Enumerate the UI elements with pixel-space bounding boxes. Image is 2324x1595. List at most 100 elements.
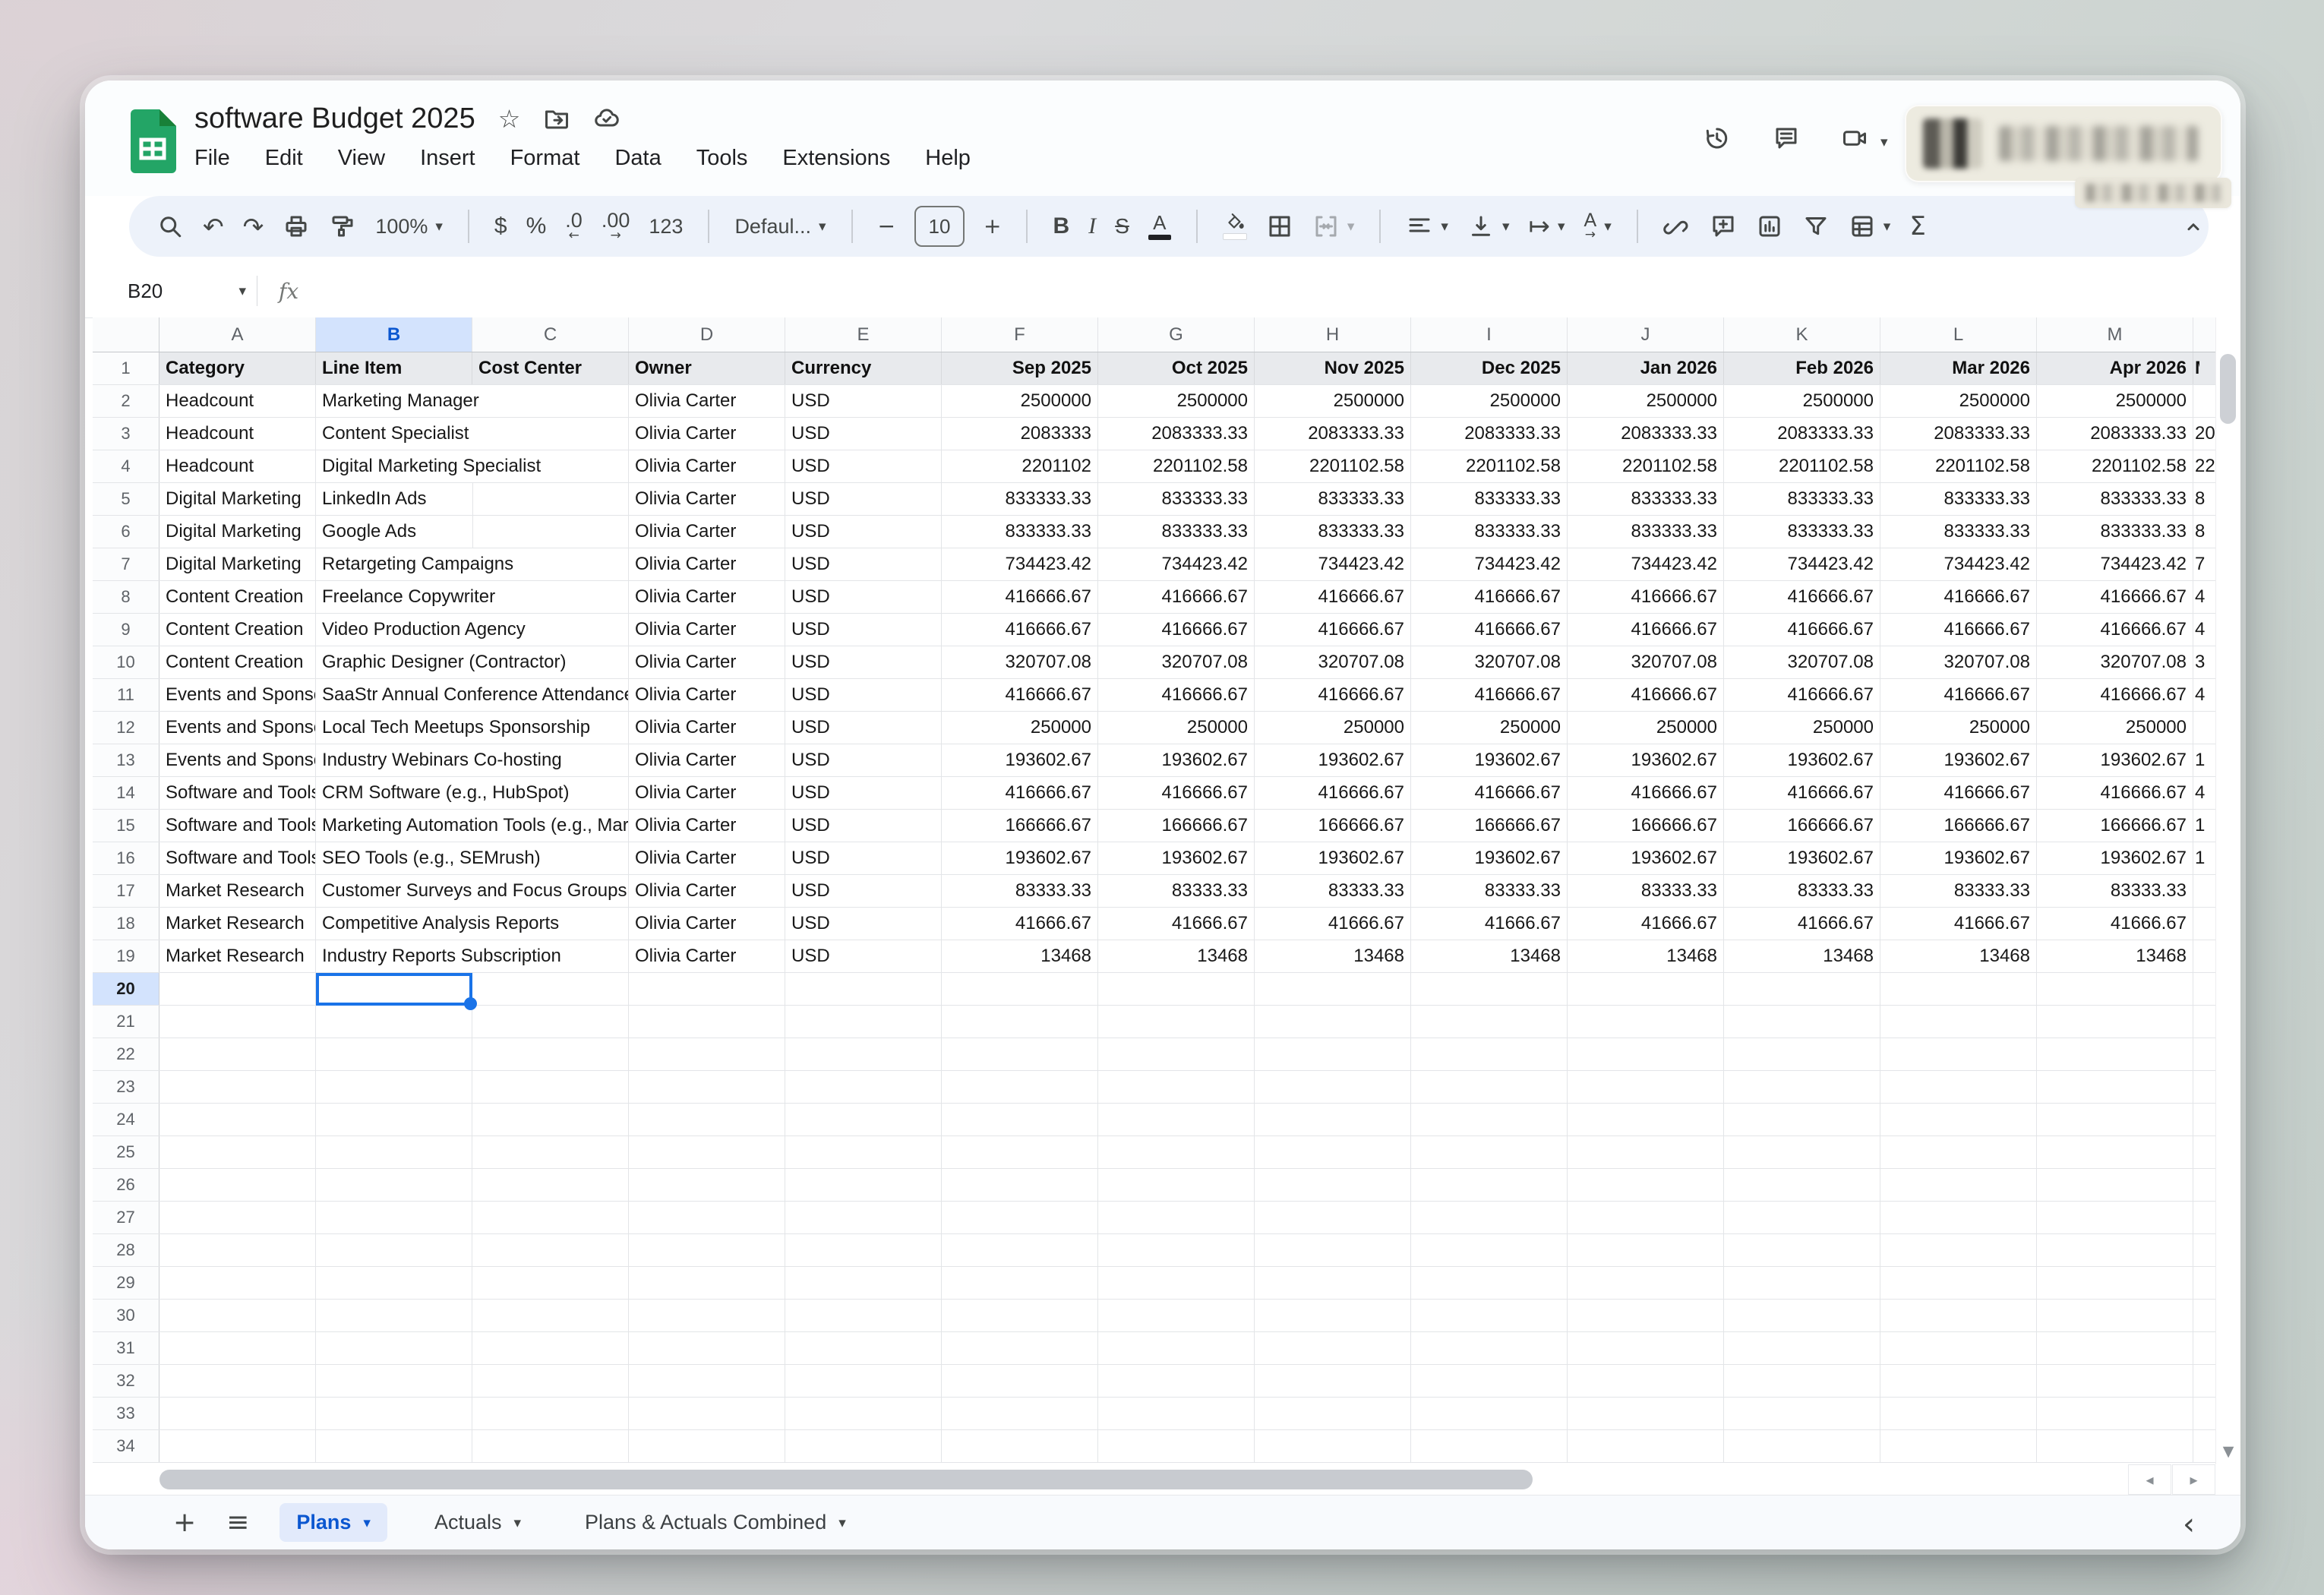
italic-button[interactable]: I: [1088, 213, 1096, 239]
row-header-22[interactable]: 22: [93, 1038, 159, 1070]
cell-I16[interactable]: 193602.67: [1411, 842, 1568, 874]
cell-C32[interactable]: [472, 1365, 629, 1397]
cell-D33[interactable]: [629, 1398, 785, 1429]
cell-J33[interactable]: [1568, 1398, 1724, 1429]
format-percent-button[interactable]: %: [526, 213, 547, 239]
cell-K12[interactable]: 250000: [1724, 712, 1880, 744]
cell-D17[interactable]: Olivia Carter: [629, 875, 785, 907]
cell-A13[interactable]: Events and Sponsorships: [159, 744, 316, 776]
cell-B3[interactable]: Content Specialist: [316, 418, 629, 450]
cell-L23[interactable]: [1880, 1071, 2037, 1103]
row-header-18[interactable]: 18: [93, 908, 159, 940]
cell-D21[interactable]: [629, 1006, 785, 1038]
cell-J24[interactable]: [1568, 1104, 1724, 1135]
row-header-6[interactable]: 6: [93, 516, 159, 548]
cell-G2[interactable]: 2500000: [1098, 385, 1255, 417]
cell-A15[interactable]: Software and Tools: [159, 810, 316, 842]
cell-H15[interactable]: 166666.67: [1255, 810, 1411, 842]
cell-J22[interactable]: [1568, 1038, 1724, 1070]
column-header-clipped[interactable]: [2193, 317, 2215, 352]
menu-file[interactable]: File: [194, 146, 230, 171]
cell-A8[interactable]: Content Creation: [159, 581, 316, 613]
cell-H2[interactable]: 2500000: [1255, 385, 1411, 417]
cell-K11[interactable]: 416666.67: [1724, 679, 1880, 711]
scroll-right-button[interactable]: ▸: [2172, 1464, 2215, 1495]
cell-I13[interactable]: 193602.67: [1411, 744, 1568, 776]
cell-K27[interactable]: [1724, 1202, 1880, 1233]
cell-K2[interactable]: 2500000: [1724, 385, 1880, 417]
cell-M32[interactable]: [2037, 1365, 2193, 1397]
insert-comment-icon[interactable]: [1710, 213, 1737, 240]
cell-D29[interactable]: [629, 1267, 785, 1299]
cell-M2[interactable]: 2500000: [2037, 385, 2193, 417]
menu-view[interactable]: View: [338, 146, 385, 171]
cell-G19[interactable]: 13468: [1098, 940, 1255, 972]
cell-D32[interactable]: [629, 1365, 785, 1397]
cell-A5[interactable]: Digital Marketing: [159, 483, 316, 515]
cell-D16[interactable]: Olivia Carter: [629, 842, 785, 874]
cell-E2[interactable]: USD: [785, 385, 942, 417]
undo-icon[interactable]: ↶: [203, 214, 224, 239]
cell-G34[interactable]: [1098, 1430, 1255, 1462]
cell-I29[interactable]: [1411, 1267, 1568, 1299]
cell-C30[interactable]: [472, 1300, 629, 1331]
horizontal-scrollbar[interactable]: ◂ ▸: [85, 1464, 2240, 1495]
cell-K30[interactable]: [1724, 1300, 1880, 1331]
cell-D4[interactable]: Olivia Carter: [629, 450, 785, 482]
row-header-17[interactable]: 17: [93, 875, 159, 907]
cell-K29[interactable]: [1724, 1267, 1880, 1299]
cell-M20[interactable]: [2037, 973, 2193, 1005]
row-header-21[interactable]: 21: [93, 1006, 159, 1038]
cell-N8-clipped[interactable]: 4: [2193, 581, 2215, 613]
row-header-26[interactable]: 26: [93, 1169, 159, 1201]
cell-F32[interactable]: [942, 1365, 1098, 1397]
cell-F27[interactable]: [942, 1202, 1098, 1233]
cell-A34[interactable]: [159, 1430, 316, 1462]
cell-F29[interactable]: [942, 1267, 1098, 1299]
cell-N25-clipped[interactable]: [2193, 1136, 2215, 1168]
cell-N13-clipped[interactable]: 1: [2193, 744, 2215, 776]
sheet-tab-plans[interactable]: Plans ▾: [279, 1503, 387, 1542]
cell-K32[interactable]: [1724, 1365, 1880, 1397]
header-cell-K1[interactable]: Feb 2026: [1724, 352, 1880, 384]
cell-B2[interactable]: Marketing Manager: [316, 385, 629, 417]
cell-F19[interactable]: 13468: [942, 940, 1098, 972]
cell-E33[interactable]: [785, 1398, 942, 1429]
cell-K17[interactable]: 83333.33: [1724, 875, 1880, 907]
cell-K8[interactable]: 416666.67: [1724, 581, 1880, 613]
cell-M7[interactable]: 734423.42: [2037, 548, 2193, 580]
column-header-K[interactable]: K: [1724, 317, 1880, 352]
cell-H29[interactable]: [1255, 1267, 1411, 1299]
cell-N29-clipped[interactable]: [2193, 1267, 2215, 1299]
cell-K20[interactable]: [1724, 973, 1880, 1005]
cell-E20[interactable]: [785, 973, 942, 1005]
cell-B13[interactable]: Industry Webinars Co-hosting: [316, 744, 629, 776]
column-header-B[interactable]: B: [316, 317, 472, 352]
cell-D14[interactable]: Olivia Carter: [629, 777, 785, 809]
cell-A26[interactable]: [159, 1169, 316, 1201]
cell-I11[interactable]: 416666.67: [1411, 679, 1568, 711]
cell-N3-clipped[interactable]: 20: [2193, 418, 2215, 450]
strikethrough-button[interactable]: S: [1115, 214, 1129, 238]
cell-L19[interactable]: 13468: [1880, 940, 2037, 972]
zoom-select[interactable]: 100% ▾: [375, 215, 443, 238]
cell-B23[interactable]: [316, 1071, 472, 1103]
cell-D6[interactable]: Olivia Carter: [629, 516, 785, 548]
cell-G5[interactable]: 833333.33: [1098, 483, 1255, 515]
cell-L31[interactable]: [1880, 1332, 2037, 1364]
cell-H12[interactable]: 250000: [1255, 712, 1411, 744]
cell-L10[interactable]: 320707.08: [1880, 646, 2037, 678]
cell-F25[interactable]: [942, 1136, 1098, 1168]
column-header-G[interactable]: G: [1098, 317, 1255, 352]
cell-M24[interactable]: [2037, 1104, 2193, 1135]
cell-G23[interactable]: [1098, 1071, 1255, 1103]
cell-I7[interactable]: 734423.42: [1411, 548, 1568, 580]
cell-M22[interactable]: [2037, 1038, 2193, 1070]
document-title[interactable]: software Budget 2025: [194, 103, 475, 135]
cell-A27[interactable]: [159, 1202, 316, 1233]
cell-B34[interactable]: [316, 1430, 472, 1462]
cell-M23[interactable]: [2037, 1071, 2193, 1103]
cell-B10[interactable]: Graphic Designer (Contractor): [316, 646, 629, 678]
create-filter-icon[interactable]: [1802, 213, 1830, 240]
cell-L14[interactable]: 416666.67: [1880, 777, 2037, 809]
